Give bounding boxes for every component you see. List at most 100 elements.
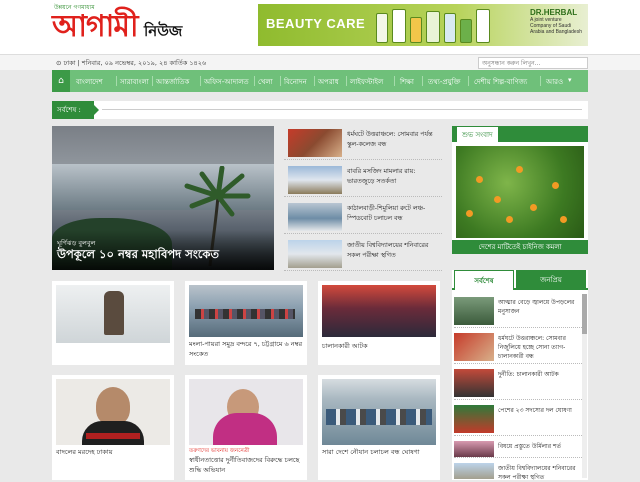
- news-card[interactable]: মংলা-পায়রা সমুদ্র বন্দরে ৭, চট্টগ্রামে …: [185, 281, 307, 365]
- ad-product-image: [410, 17, 422, 43]
- good-news-caption[interactable]: দেশের মাটিতেই চাইনিজ কমলা: [452, 240, 588, 254]
- nav-item-entertainment[interactable]: বিনোদন: [284, 76, 307, 88]
- news-title[interactable]: জাতীয় বিশ্ববিদ্যালয়ের শনিবারের সকল পরী…: [347, 241, 442, 261]
- nav-item-office-court[interactable]: অফিস-আদালত: [204, 76, 249, 88]
- nav-item-commerce[interactable]: দেশীয় শিল্প-বাণিজ্য: [474, 76, 527, 88]
- news-card-caption[interactable]: বাদলের মরদেহ ঢাকায়: [56, 447, 113, 457]
- news-card-caption[interactable]: চালানকারী আটক: [322, 341, 368, 351]
- logo-sub-text: নিউজ: [144, 22, 183, 40]
- list-item[interactable]: পেশের ২৩ সদস্যের দল ঘোষণা: [454, 402, 582, 436]
- nav-item-tech[interactable]: তথ্য-প্রযুক্তি: [428, 76, 460, 88]
- news-title[interactable]: কাঠালবাড়ী-শিমুলিয়া রুটে লঞ্চ-স্পিডবোট …: [347, 204, 442, 224]
- list-item[interactable]: দুর্নীতি: চালানকারী আটক: [454, 366, 582, 400]
- nav-divider: [394, 76, 395, 86]
- header-advertisement[interactable]: BEAUTY CARE DR.HERBAL A joint venture Co…: [258, 4, 588, 46]
- news-card-image: [189, 379, 303, 445]
- good-news-widget: শুভ সংবাদ দেশের মাটিতেই চাইনিজ কমলা: [452, 126, 588, 254]
- news-card-image: [56, 285, 170, 343]
- news-card-caption[interactable]: মংলা-পায়রা সমুদ্র বন্দরে ৭, চট্টগ্রামে …: [189, 339, 303, 359]
- list-item[interactable]: আত্মার বেড়ে জ্বালয়ে উপড়লের মনুসাজন: [454, 294, 582, 328]
- list-item[interactable]: ধর্মঘটে উত্তরাঞ্চলে: সোমবার পর্যন্ত স্কু…: [284, 126, 442, 160]
- ad-product-image: [476, 9, 490, 43]
- orange-fruit-image: [494, 196, 501, 203]
- good-news-title: শুভ সংবাদ: [456, 126, 499, 142]
- logo-main-text: আগামী: [52, 9, 139, 44]
- ad-product-image: [376, 13, 388, 43]
- boats-image: [195, 309, 295, 319]
- news-title[interactable]: বিষয়ে প্রস্তুতে উর্মিলার শর্ত: [498, 442, 582, 451]
- news-title[interactable]: বাবরি মসজিদ মামলার রায়: ভারতজুড়ে সতর্ক…: [347, 167, 442, 187]
- nav-item-bangladesh[interactable]: বাংলাদেশ: [76, 76, 103, 88]
- list-item[interactable]: বাবরি মসজিদ মামলার রায়: ভারতজুড়ে সতর্ক…: [284, 163, 442, 197]
- ad-title: BEAUTY CARE: [266, 16, 366, 31]
- widget-scrollbar[interactable]: [582, 294, 587, 478]
- lead-story[interactable]: ঘূর্ণিঝড় বুলবুল উপকূলে ১০ নম্বর মহাবিপদ…: [52, 126, 274, 270]
- search-input[interactable]: [478, 57, 588, 69]
- main-navigation: ⌂ বাংলাদেশ সারাবাংলা আন্তর্জাতিক অফিস-আদ…: [52, 70, 588, 92]
- list-item[interactable]: জাতীয় বিশ্ববিদ্যালয়ের শনিবারের সকল পরী…: [454, 460, 582, 482]
- orange-fruit-image: [506, 216, 513, 223]
- scrollbar-thumb[interactable]: [582, 294, 587, 334]
- nav-divider: [254, 76, 255, 86]
- good-news-image[interactable]: [456, 146, 584, 238]
- news-title[interactable]: পেশের ২৩ সদস্যের দল ঘোষণা: [498, 406, 582, 415]
- tab-latest[interactable]: সর্বশেষ: [454, 270, 514, 290]
- chevron-down-icon[interactable]: ▾: [568, 76, 572, 84]
- lead-story-headline[interactable]: উপকূলে ১০ নম্বর মহাবিপদ সংকেত: [57, 246, 219, 265]
- nav-divider: [200, 76, 201, 86]
- person-figure: [104, 291, 124, 335]
- nav-item-education[interactable]: শিক্ষা: [400, 76, 414, 88]
- news-thumbnail: [454, 405, 494, 433]
- nav-item-lifestyle[interactable]: লাইফস্টাইল: [350, 76, 383, 88]
- person-face: [96, 387, 130, 425]
- news-title[interactable]: জাতীয় বিশ্ববিদ্যালয়ের শনিবারের সকল পরী…: [498, 464, 582, 482]
- news-card[interactable]: [52, 281, 174, 365]
- news-title[interactable]: আত্মার বেড়ে জ্বালয়ে উপড়লের মনুসাজন: [498, 298, 582, 316]
- ad-brand-block: DR.HERBAL A joint venture Company of Sau…: [530, 8, 584, 42]
- nav-divider: [314, 76, 315, 86]
- person-saree: [213, 413, 277, 445]
- news-thumbnail: [288, 129, 342, 157]
- site-logo[interactable]: উন্নয়নে গণমাধ্যম আগামী নিউজ: [52, 2, 183, 48]
- orange-fruit-image: [560, 216, 567, 223]
- list-item[interactable]: ধর্মঘটে উত্তরাঞ্চলে: সোমবার নির্জুলিয়ে …: [454, 330, 582, 364]
- home-icon[interactable]: ⌂: [52, 70, 70, 92]
- news-card-image: [322, 285, 436, 337]
- list-item[interactable]: জাতীয় বিশ্ববিদ্যালয়ের শনিবারের সকল পরী…: [284, 237, 442, 271]
- news-card[interactable]: সারা দেশে নৌযান চলাচল বন্ধ ঘোষণা: [318, 375, 440, 480]
- list-item[interactable]: বিষয়ে প্রস্তুতে উর্মিলার শর্ত: [454, 438, 582, 458]
- person-scarf: [86, 433, 140, 439]
- news-card[interactable]: বাদলের মরদেহ ঢাকায়: [52, 375, 174, 480]
- nav-divider: [540, 76, 541, 86]
- ad-product-image: [460, 19, 472, 43]
- news-card[interactable]: তরুণদের ভাবনায় জননেত্রী স্বাধীনতাত্তোর …: [185, 375, 307, 480]
- nav-item-sarabangla[interactable]: সারাবাংলা: [120, 76, 149, 88]
- ticker-track[interactable]: [102, 109, 582, 110]
- list-item[interactable]: কাঠালবাড়ী-শিমুলিয়া রুটে লঞ্চ-স্পিডবোট …: [284, 200, 442, 234]
- news-title[interactable]: ধর্মঘটে উত্তরাঞ্চলে: সোমবার পর্যন্ত স্কু…: [347, 130, 442, 150]
- news-title[interactable]: ধর্মঘটে উত্তরাঞ্চলে: সোমবার নির্জুলিয়ে …: [498, 334, 582, 361]
- nav-item-international[interactable]: আন্তর্জাতিক: [156, 76, 189, 88]
- ticker-label: সর্বশেষ :: [52, 101, 99, 119]
- news-card-caption[interactable]: সারা দেশে নৌযান চলাচল বন্ধ ঘোষণা: [322, 447, 436, 457]
- ad-brand-name: DR.HERBAL: [530, 8, 578, 17]
- nav-divider: [152, 76, 153, 86]
- news-card-image: [322, 379, 436, 445]
- news-title[interactable]: দুর্নীতি: চালানকারী আটক: [498, 370, 582, 379]
- ferries-image: [326, 409, 432, 425]
- nav-item-crime[interactable]: অপরাধ: [318, 76, 339, 88]
- news-card[interactable]: চালানকারী আটক: [318, 281, 440, 365]
- orange-fruit-image: [516, 166, 523, 173]
- news-thumbnail: [454, 333, 494, 361]
- orange-fruit-image: [530, 204, 537, 211]
- nav-item-more[interactable]: আরও: [546, 76, 563, 88]
- tab-popular[interactable]: জনপ্রিয়: [516, 270, 586, 290]
- news-ticker: সর্বশেষ :: [52, 101, 588, 119]
- news-card-caption[interactable]: স্বাধীনতাত্তোর দুর্নীতিবাজদের বিরুদ্ধে চ…: [189, 455, 303, 475]
- orange-fruit-image: [476, 176, 483, 183]
- news-thumbnail: [288, 166, 342, 194]
- news-card-image: [56, 379, 170, 445]
- nav-item-sports[interactable]: খেলা: [258, 76, 273, 88]
- orange-fruit-image: [466, 210, 473, 217]
- nav-divider: [422, 76, 423, 86]
